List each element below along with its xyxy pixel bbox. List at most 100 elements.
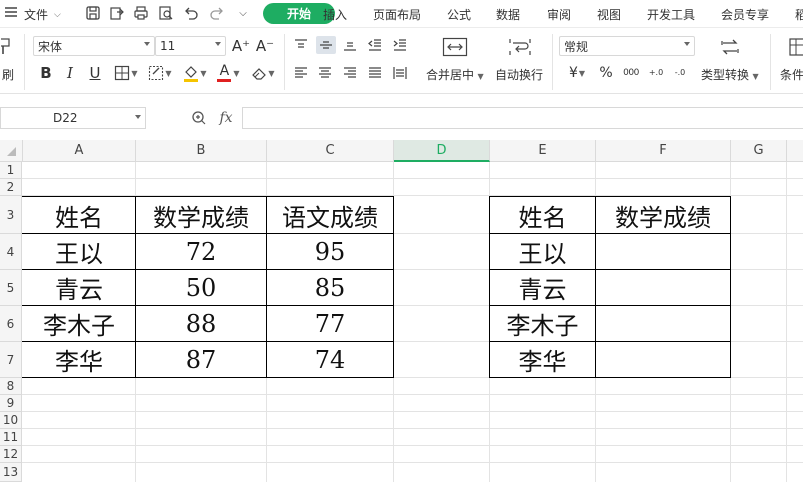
formula-input[interactable] [242, 107, 803, 129]
row-header-11[interactable]: 11 [0, 429, 22, 446]
cell-a6[interactable]: 李木子 [23, 306, 135, 341]
decrease-indent-icon[interactable] [366, 36, 384, 54]
type-convert-button[interactable]: 类型转换 ▼ [701, 66, 759, 83]
tab-developer[interactable]: 开发工具 [647, 6, 695, 23]
print-icon[interactable] [132, 4, 150, 22]
cell-f6[interactable] [596, 306, 730, 341]
cell-f7[interactable] [596, 342, 730, 377]
name-box[interactable]: D22 [0, 107, 146, 129]
type-convert-icon[interactable] [716, 36, 744, 58]
column-header-c[interactable]: C [267, 140, 394, 162]
row-header-1[interactable]: 1 [0, 162, 22, 179]
cell-a3[interactable]: 姓名 [23, 197, 135, 233]
cell-b5[interactable]: 50 [136, 270, 266, 305]
cell-f3[interactable]: 数学成绩 [596, 197, 730, 233]
export-icon[interactable] [108, 4, 126, 22]
column-header-h[interactable] [787, 140, 803, 162]
tab-insert[interactable]: 插入 [323, 6, 347, 23]
format-painter-icon[interactable] [0, 36, 14, 58]
column-header-g[interactable]: G [731, 140, 787, 162]
cell-e7[interactable]: 李华 [490, 342, 595, 377]
borders-button[interactable]: ▼ [112, 63, 140, 83]
tab-formula[interactable]: 公式 [447, 6, 471, 23]
cell-c4[interactable]: 95 [267, 234, 393, 269]
row-header-4[interactable]: 4 [0, 234, 22, 270]
row-header-10[interactable]: 10 [0, 412, 22, 429]
column-header-b[interactable]: B [136, 140, 267, 162]
zoom-search-icon[interactable] [190, 109, 208, 127]
align-top-icon[interactable] [292, 36, 310, 54]
fx-icon[interactable]: fx [215, 108, 237, 128]
cell-a7[interactable]: 李华 [23, 342, 135, 377]
undo-icon[interactable] [182, 4, 200, 22]
tab-member[interactable]: 会员专享 [721, 6, 769, 23]
cell-c6[interactable]: 77 [267, 306, 393, 341]
save-icon[interactable] [84, 4, 102, 22]
row-header-6[interactable]: 6 [0, 306, 22, 342]
cell-e5[interactable]: 青云 [490, 270, 595, 305]
row-header-12[interactable]: 12 [0, 446, 22, 463]
row-header-2[interactable]: 2 [0, 179, 22, 196]
row-header-7[interactable]: 7 [0, 342, 22, 378]
align-center-icon[interactable] [316, 64, 334, 82]
align-right-icon[interactable] [341, 64, 359, 82]
align-middle-icon[interactable] [316, 36, 336, 54]
justify-icon[interactable] [366, 64, 384, 82]
tab-view[interactable]: 视图 [597, 6, 621, 23]
row-header-8[interactable]: 8 [0, 378, 22, 395]
column-header-d[interactable]: D [394, 140, 490, 162]
row-header-3[interactable]: 3 [0, 196, 22, 234]
quick-access-more-icon[interactable]: ⌵ [234, 4, 252, 22]
cell-style-button[interactable]: ▼ [145, 63, 175, 83]
file-menu[interactable]: 文件 ⌵ [24, 6, 61, 23]
align-left-icon[interactable] [292, 64, 310, 82]
merge-center-button[interactable]: 合并居中 ▼ [426, 66, 484, 83]
wrap-text-icon[interactable] [505, 36, 535, 58]
redo-icon[interactable] [208, 4, 226, 22]
conditional-format-icon[interactable] [788, 36, 803, 58]
spreadsheet-grid[interactable]: A B C D E F G 1 2 3 4 5 6 7 8 9 10 11 12… [0, 140, 803, 482]
font-shrink-icon[interactable]: A⁻ [256, 36, 274, 56]
distributed-align-icon[interactable] [391, 64, 409, 82]
font-color-button[interactable]: A ▼ [213, 63, 243, 83]
cell-a5[interactable]: 青云 [23, 270, 135, 305]
row-header-9[interactable]: 9 [0, 395, 22, 412]
cell-b3[interactable]: 数学成绩 [136, 197, 266, 233]
cell-c7[interactable]: 74 [267, 342, 393, 377]
tab-more[interactable]: 稻 [795, 6, 803, 23]
currency-button[interactable]: ¥ ▼ [562, 64, 592, 82]
underline-button[interactable]: U [86, 63, 104, 83]
print-preview-icon[interactable] [157, 4, 175, 22]
conditional-format-button[interactable]: 条件 [780, 66, 803, 83]
tab-data[interactable]: 数据 [496, 6, 520, 23]
thousands-separator-icon[interactable]: 000 [620, 64, 642, 82]
row-header-5[interactable]: 5 [0, 270, 22, 306]
cell-f4[interactable] [596, 234, 730, 269]
align-bottom-icon[interactable] [341, 36, 359, 54]
italic-button[interactable]: I [62, 63, 78, 83]
number-format-select[interactable]: 常规 [559, 36, 695, 56]
cell-b4[interactable]: 72 [136, 234, 266, 269]
cell-f5[interactable] [596, 270, 730, 305]
fill-color-button[interactable]: ▼ [180, 63, 210, 83]
clear-button[interactable]: ▼ [248, 63, 278, 83]
decimal-increase-icon[interactable]: +.0 [646, 64, 666, 82]
wrap-text-button[interactable]: 自动换行 [495, 66, 543, 83]
cell-e3[interactable]: 姓名 [490, 197, 595, 233]
tab-review[interactable]: 审阅 [547, 6, 571, 23]
hamburger-icon[interactable] [4, 5, 18, 19]
merge-center-icon[interactable] [440, 36, 470, 58]
column-header-f[interactable]: F [596, 140, 731, 162]
font-grow-icon[interactable]: A⁺ [232, 36, 250, 56]
cell-c3[interactable]: 语文成绩 [267, 197, 393, 233]
font-name-select[interactable]: 宋体 [33, 36, 155, 56]
percent-icon[interactable]: % [597, 64, 615, 82]
column-header-a[interactable]: A [23, 140, 136, 162]
cell-c5[interactable]: 85 [267, 270, 393, 305]
cell-b6[interactable]: 88 [136, 306, 266, 341]
cell-e4[interactable]: 王以 [490, 234, 595, 269]
increase-indent-icon[interactable] [391, 36, 409, 54]
bold-button[interactable]: B [38, 63, 54, 83]
row-header-13[interactable]: 13 [0, 463, 22, 482]
font-size-select[interactable]: 11 [155, 36, 226, 56]
